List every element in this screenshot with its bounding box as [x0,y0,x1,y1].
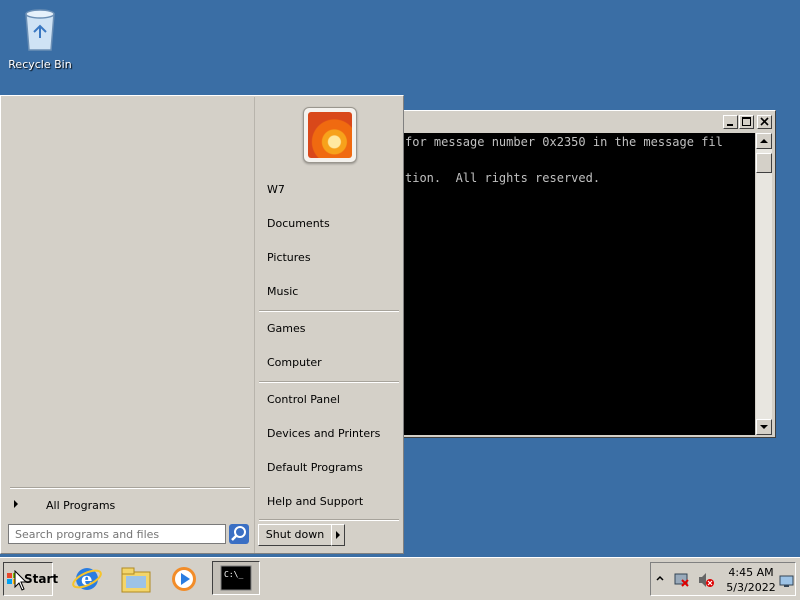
vertical-scrollbar[interactable] [756,133,772,435]
command-prompt-icon: C:\_ [220,565,252,591]
recycle-bin-desktop-icon[interactable]: Recycle Bin [8,6,72,71]
all-programs-label: All Programs [46,499,116,512]
scroll-thumb[interactable] [756,153,772,173]
all-programs-item[interactable]: All Programs [10,487,250,517]
search-icon [231,526,246,541]
separator [259,310,399,312]
start-button[interactable]: Start [3,562,58,596]
notification-area: 4:45 AM 5/3/2022 [650,562,796,596]
close-button[interactable] [757,115,772,129]
separator [259,519,399,521]
search-box[interactable] [8,524,226,544]
maximize-button[interactable] [739,115,754,129]
start-label: Start [24,572,59,586]
internet-explorer-icon[interactable]: e [70,563,104,595]
svg-text:C:\_: C:\_ [224,570,243,579]
user-picture[interactable] [303,107,357,163]
places-pane: W7 Documents Pictures Music Games Comput… [255,97,403,553]
show-desktop-icon[interactable] [779,575,795,589]
games-item[interactable]: Games [267,322,305,335]
command-prompt-window[interactable]: for message number 0x2350 in the message… [398,110,776,438]
scroll-up-button[interactable] [756,133,772,149]
recycle-bin-icon [20,6,60,54]
separator [10,487,250,489]
help-and-support-item[interactable]: Help and Support [267,495,363,508]
documents-item[interactable]: Documents [267,217,330,230]
console-output[interactable]: for message number 0x2350 in the message… [403,133,755,435]
command-prompt-taskbar-button[interactable]: C:\_ [212,561,260,595]
recycle-bin-label: Recycle Bin [8,58,72,71]
taskbar: Start e C:\_ 4:45 AM 5/3/2022 [0,557,800,600]
separator [259,381,399,383]
arrow-right-icon [336,531,340,539]
show-hidden-icons-icon[interactable] [655,573,665,585]
clock-time[interactable]: 4:45 AM [723,566,779,579]
shut-down-options-button[interactable] [331,524,345,546]
scroll-down-button[interactable] [756,419,772,435]
music-item[interactable]: Music [267,285,298,298]
clock-date[interactable]: 5/3/2022 [723,581,779,594]
user-folder-item[interactable]: W7 [267,183,285,196]
computer-item[interactable]: Computer [267,356,322,369]
search-input[interactable] [9,525,225,543]
devices-and-printers-item[interactable]: Devices and Printers [267,427,380,440]
arrow-right-icon [14,500,18,508]
search-button[interactable] [229,524,249,544]
console-line: for message number 0x2350 in the message… [405,135,723,149]
minimize-button[interactable] [723,115,738,129]
flower-photo [308,112,352,158]
control-panel-item[interactable]: Control Panel [267,393,340,406]
programs-pane: All Programs [2,97,255,553]
console-line: tion. All rights reserved. [405,171,601,185]
default-programs-item[interactable]: Default Programs [267,461,363,474]
network-icon[interactable] [673,571,691,589]
file-explorer-icon[interactable] [119,563,153,595]
start-menu: All Programs W7 Documents Pictures Music… [0,95,404,554]
pictures-item[interactable]: Pictures [267,251,311,264]
volume-muted-icon[interactable] [697,571,715,589]
shut-down-button[interactable]: Shut down [258,524,332,546]
mouse-cursor-icon [14,570,28,591]
media-player-icon[interactable] [167,563,201,595]
window-titlebar[interactable] [399,111,775,133]
